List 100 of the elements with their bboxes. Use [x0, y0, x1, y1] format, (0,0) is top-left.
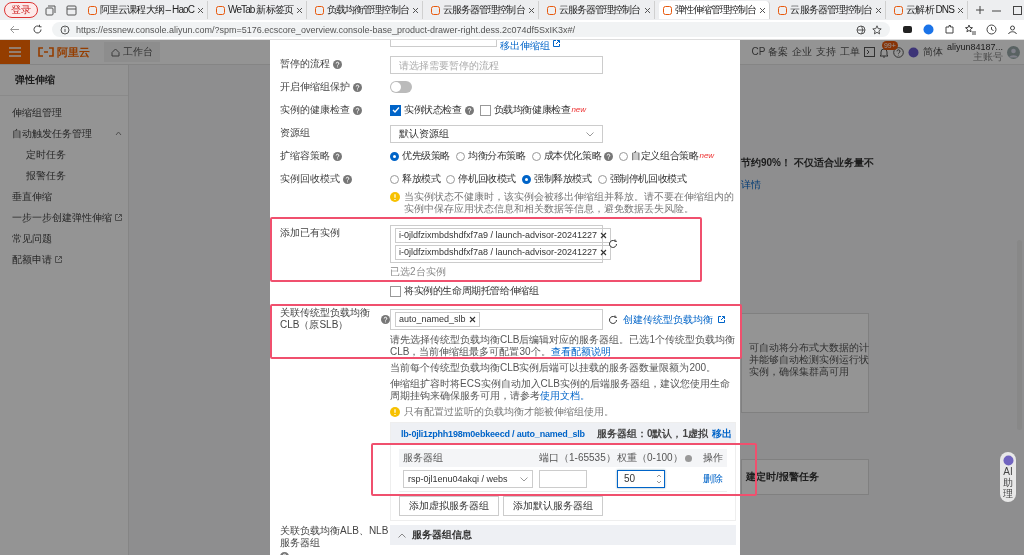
browser-tab[interactable]: 云服务器管理控制台	[542, 1, 655, 19]
instance-tag[interactable]: i-0jldfzixmbdshdfxf7a8 / launch-advisor-20241227	[395, 245, 612, 260]
radio-label[interactable]: 均衡分布策略	[468, 150, 526, 162]
radio-button[interactable]	[390, 151, 399, 161]
new-tab-icon[interactable]	[974, 5, 985, 15]
workspaces-icon[interactable]	[45, 4, 56, 16]
load-balancer-tag[interactable]: auto_named_slb	[395, 312, 480, 327]
load-balancer-link[interactable]: lb-0jli1zphh198m0ebkeecd / auto_named_slb	[401, 428, 585, 440]
assistant-icon[interactable]	[907, 46, 919, 58]
browser-tab[interactable]: 云服务器管理控制台	[774, 1, 887, 19]
refresh-icon[interactable]	[608, 239, 618, 249]
doc-link[interactable]: 查看配额说明	[550, 346, 611, 357]
add-server-group-button[interactable]: 添加虚拟服务器组	[399, 496, 499, 516]
history-icon[interactable]	[986, 24, 997, 35]
back-icon[interactable]	[9, 24, 20, 35]
close-icon[interactable]	[527, 6, 535, 14]
field-label: 实例回收模式	[280, 173, 340, 185]
checkbox[interactable]	[390, 104, 401, 116]
messenger-icon[interactable]	[923, 24, 934, 35]
browser-tab[interactable]: 负载均衡管理控制台	[310, 1, 423, 19]
toggle-switch[interactable]	[390, 81, 412, 93]
workbench-button[interactable]: 工作台	[104, 42, 160, 62]
remove-link[interactable]: 移出伸缩组	[500, 40, 550, 52]
translate-icon[interactable]	[856, 24, 866, 35]
sidebar-item[interactable]: 伸缩组管理	[0, 102, 128, 123]
sidebar-item[interactable]: 常见问题	[0, 228, 128, 249]
user-name[interactable]: aliyun84187...	[946, 42, 1003, 52]
nav-link[interactable]: 企业	[791, 46, 812, 58]
input-field[interactable]	[390, 40, 497, 47]
browser-tab[interactable]: 弹性伸缩管理控制台	[658, 1, 771, 19]
profile-button[interactable]: 登录	[4, 2, 38, 18]
remove-link[interactable]: 移出	[712, 428, 732, 440]
radio-label[interactable]: 停机回收模式	[458, 173, 516, 185]
extension-icon[interactable]	[902, 24, 913, 35]
close-icon[interactable]	[956, 6, 964, 14]
details-link[interactable]: 详情	[741, 179, 761, 191]
radio-label[interactable]: 强制停机回收模式	[609, 173, 687, 185]
radio-label[interactable]: 强制释放模式	[534, 173, 592, 185]
close-icon[interactable]	[600, 232, 608, 239]
browser-tab[interactable]: 云解析 DNS	[890, 1, 968, 19]
promo-text: 节约90%！ 不仅适合业务量不	[741, 157, 874, 169]
nav-link[interactable]: CP 备案	[751, 46, 788, 58]
language-link[interactable]: 简体	[922, 46, 943, 58]
nav-link[interactable]: 工单	[839, 46, 860, 58]
checkbox[interactable]	[390, 285, 401, 297]
ai-assistant-button[interactable]: AI 助理	[1000, 452, 1016, 502]
radio-label[interactable]: 成本优化策略	[543, 150, 602, 162]
server-group-select[interactable]: rsp-0jl1enu04akqi / webs	[403, 470, 533, 488]
bell-icon[interactable]	[878, 46, 889, 58]
sidebar-item[interactable]: 垂直伸缩	[0, 186, 128, 207]
radio-label[interactable]: 释放模式	[402, 173, 441, 185]
checkbox-label[interactable]: 负载均衡健康检查	[493, 104, 571, 116]
radio-label[interactable]: 自定义组合策略	[631, 150, 699, 162]
flow-input[interactable]: 请选择需要暂停的流程	[390, 56, 603, 74]
close-icon[interactable]	[643, 6, 651, 14]
star-icon[interactable]	[872, 24, 882, 35]
doc-link[interactable]: 使用文档。	[540, 390, 590, 401]
close-icon[interactable]	[759, 6, 767, 14]
browser-tab[interactable]: 阿里云课程大纲 – HaoC	[84, 1, 209, 19]
close-icon[interactable]	[468, 316, 476, 323]
radio-button[interactable]	[522, 174, 531, 184]
profile-icon[interactable]	[1007, 24, 1018, 35]
external-link-icon	[553, 40, 560, 47]
panel-header[interactable]: lb-0jli1zphh198m0ebkeecd / auto_named_slb 服务器组：0默认，1虚拟 移出	[391, 423, 735, 445]
refresh-icon[interactable]	[608, 314, 618, 325]
site-info-icon[interactable]	[60, 24, 70, 35]
server-group-panel[interactable]: 服务器组信息	[390, 525, 736, 545]
sidebar-item[interactable]: 自动触发任务管理	[0, 123, 128, 144]
resource-group-select[interactable]: 默认资源组	[390, 125, 603, 143]
checkbox[interactable]	[479, 104, 491, 116]
radio-label[interactable]: 优先级策略	[402, 150, 450, 162]
favorites-icon[interactable]	[965, 24, 976, 35]
close-icon[interactable]	[875, 6, 883, 14]
sidebar-subitem[interactable]: 定时任务	[0, 144, 128, 165]
sidebar-subitem[interactable]: 报警任务	[0, 165, 128, 186]
port-input[interactable]	[539, 470, 587, 488]
close-icon[interactable]	[197, 6, 205, 14]
maximize-icon[interactable]	[1012, 5, 1022, 15]
address-field[interactable]: https://essnew.console.aliyun.com/?spm=5176.ecscore_overview.console-base_product-drawer-right.dess.2c074df5SxIK3x#/	[52, 22, 890, 37]
load-balancer-select[interactable]: auto_named_slb	[390, 309, 603, 330]
sidebar-item[interactable]: 配额申请	[0, 249, 128, 270]
tab-actions-icon[interactable]	[66, 4, 77, 16]
checkbox-label[interactable]: 实例状态检查	[404, 104, 462, 116]
close-icon[interactable]	[295, 6, 303, 14]
terminal-icon[interactable]	[863, 47, 875, 57]
column-header: 操作	[703, 452, 723, 464]
browser-tab[interactable]: 云服务器管理控制台	[426, 1, 539, 19]
close-icon[interactable]	[411, 6, 419, 14]
nav-link[interactable]: 支持	[815, 46, 836, 58]
refresh-icon[interactable]	[32, 24, 43, 35]
delete-link[interactable]: 删除	[703, 473, 723, 484]
stepper-icon[interactable]	[656, 472, 662, 486]
browser-tab[interactable]: WeTab 新标签页	[212, 1, 307, 19]
weight-input[interactable]: 50	[617, 470, 665, 488]
sidebar-item[interactable]: 一步一步创建弹性伸缩	[0, 207, 128, 228]
checkbox-label[interactable]: 将实例的生命周期托管给伸缩组	[404, 285, 539, 297]
create-load-balancer-link[interactable]: 创建传统型负载均衡	[623, 313, 713, 326]
instance-tag[interactable]: i-0jldfzixmbdshdfxf7a9 / launch-advisor-20241227	[395, 228, 612, 243]
add-server-group-button[interactable]: 添加默认服务器组	[503, 496, 603, 516]
close-icon[interactable]	[600, 249, 608, 256]
